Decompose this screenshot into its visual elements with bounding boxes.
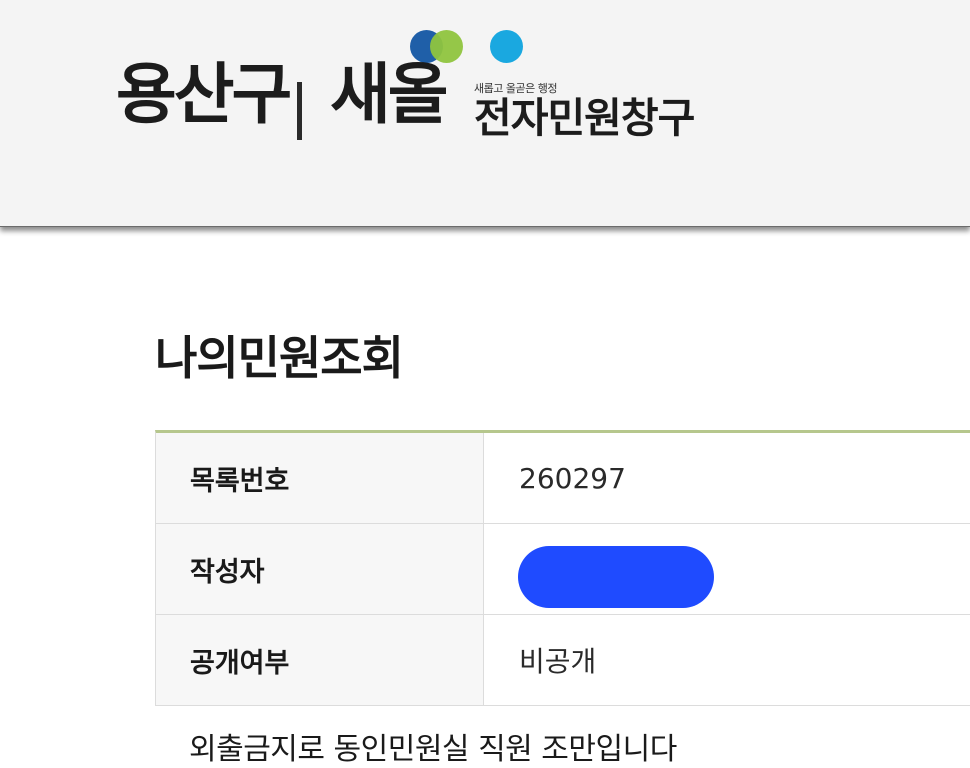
- logo-divider: [297, 82, 302, 140]
- table-row: 공개여부 비공개: [156, 615, 970, 706]
- author-label: 작성자: [156, 524, 484, 614]
- redaction-mark: [518, 546, 714, 608]
- site-header: 용산구 새올 새롭고 올곧은 행정 전자민원창구: [0, 0, 970, 227]
- page-title: 나의민원조회: [155, 331, 404, 385]
- visibility-label: 공개여부: [156, 615, 484, 705]
- list-number-value: 260297: [519, 461, 626, 495]
- table-row: 목록번호 260297: [156, 433, 970, 524]
- author-value: [484, 524, 970, 614]
- cyan-dot-icon: [490, 30, 523, 63]
- visibility-value: 비공개: [519, 645, 597, 678]
- complaint-info-table: 목록번호 260297 작성자 공개여부 비공개: [155, 430, 970, 706]
- complaint-body-text: 외출금지로 동인민원실 직원 조만입니다: [189, 732, 677, 767]
- table-row: 작성자: [156, 524, 970, 615]
- list-number-label: 목록번호: [156, 433, 484, 523]
- brand-logo-text[interactable]: 새올: [330, 62, 448, 128]
- service-name[interactable]: 전자민원창구: [474, 98, 695, 139]
- district-logo-text[interactable]: 용산구: [116, 62, 292, 128]
